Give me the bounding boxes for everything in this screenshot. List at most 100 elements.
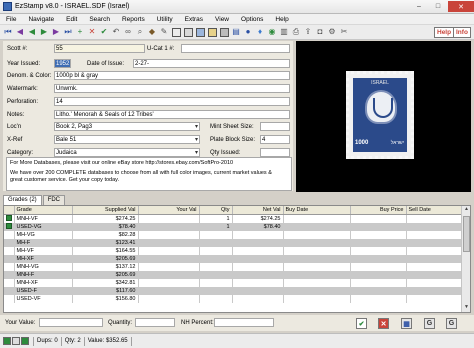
cell-your-val[interactable] (138, 270, 200, 279)
col-header-buy-date[interactable]: Buy Date (283, 206, 351, 215)
cell-buy-date[interactable] (283, 286, 351, 295)
cell-buy-date[interactable] (283, 246, 351, 255)
cell-grade[interactable]: MNH-VF (14, 214, 73, 223)
date-field[interactable]: 2-27- (133, 59, 290, 68)
chart-icon[interactable]: ▥ (279, 27, 289, 37)
album-icon[interactable] (207, 27, 217, 37)
cell-grade[interactable]: MH-F (14, 238, 73, 247)
table-row[interactable]: MH-F $123.41 (4, 238, 463, 247)
cell-net-val[interactable] (232, 254, 284, 263)
checkbox-icon[interactable] (5, 214, 12, 221)
table-row[interactable]: USED-VG $78.40 1 $78.40 (4, 222, 463, 231)
search-icon[interactable]: ⌕ (135, 27, 145, 37)
gallery-icon[interactable] (219, 27, 229, 37)
cell-your-val[interactable] (138, 278, 200, 287)
cell-grade[interactable]: USED-F (14, 286, 73, 295)
xref-combo[interactable]: Bale 51 (54, 135, 200, 144)
cell-buy-date[interactable] (283, 262, 351, 271)
cell-supplied-val[interactable]: $137.12 (72, 262, 139, 271)
cell-buy-price[interactable] (350, 294, 407, 303)
cell-buy-date[interactable] (283, 278, 351, 287)
cell-buy-price[interactable] (350, 270, 407, 279)
notes-field[interactable]: Litho.' Menorah & Seals of 12 Tribes' (54, 110, 290, 119)
cell-qty[interactable] (199, 270, 233, 279)
row-check[interactable] (4, 230, 15, 239)
cell-buy-price[interactable] (350, 238, 407, 247)
cell-buy-price[interactable] (350, 230, 407, 239)
add-record-icon[interactable]: + (75, 27, 85, 37)
cell-qty[interactable] (199, 262, 233, 271)
g-alt-button-icon[interactable]: G (446, 318, 457, 329)
scroll-up-icon[interactable]: ▲ (462, 206, 470, 214)
table-row[interactable]: USED-F $117.60 (4, 286, 463, 295)
row-check[interactable] (4, 286, 15, 295)
menu-search[interactable]: Search (83, 16, 116, 23)
row-check[interactable] (4, 238, 15, 247)
export-icon[interactable]: ⇪ (303, 27, 313, 37)
col-header-sell-date[interactable]: Sell Date (406, 206, 463, 215)
col-header-buy-price[interactable]: Buy Price (350, 206, 407, 215)
cell-net-val[interactable] (232, 230, 284, 239)
close-button[interactable]: ✕ (448, 1, 474, 12)
cell-your-val[interactable] (138, 246, 200, 255)
tab-grades[interactable]: Grades (2) (3, 195, 42, 205)
database-icon[interactable]: ▤ (231, 27, 241, 37)
cell-net-val[interactable]: $78.40 (232, 222, 284, 231)
cell-your-val[interactable] (138, 222, 200, 231)
cell-qty[interactable]: 1 (199, 222, 233, 231)
col-header-your-val[interactable]: Your Val (138, 206, 200, 215)
help-button[interactable]: Help (434, 27, 455, 38)
cell-buy-price[interactable] (350, 286, 407, 295)
cell-buy-price[interactable] (350, 278, 407, 287)
menu-utility[interactable]: Utility (151, 16, 179, 23)
cell-buy-price[interactable] (350, 262, 407, 271)
cell-sell-date[interactable] (406, 238, 463, 247)
col-header-grade[interactable]: Grade (14, 206, 73, 215)
cell-net-val[interactable] (232, 286, 284, 295)
web-icon[interactable]: ◉ (267, 27, 277, 37)
cell-qty[interactable] (199, 230, 233, 239)
cell-buy-price[interactable] (350, 214, 407, 223)
cell-sell-date[interactable] (406, 230, 463, 239)
color-drop-icon[interactable]: ● (243, 27, 253, 37)
cell-sell-date[interactable] (406, 246, 463, 255)
cell-supplied-val[interactable]: $82.28 (72, 230, 139, 239)
cell-buy-price[interactable] (350, 222, 407, 231)
next-record-icon[interactable]: ▶ (39, 27, 49, 37)
cell-buy-date[interactable] (283, 238, 351, 247)
menu-reports[interactable]: Reports (116, 16, 151, 23)
row-check[interactable] (4, 262, 15, 271)
menu-file[interactable]: File (0, 16, 22, 23)
table-row[interactable]: MNH-F $205.69 (4, 270, 463, 279)
cell-sell-date[interactable] (406, 286, 463, 295)
cell-net-val[interactable] (232, 270, 284, 279)
cell-your-val[interactable] (138, 294, 200, 303)
table-row[interactable]: USED-VF $156.80 (4, 294, 463, 303)
accept-icon[interactable]: ✔ (356, 318, 367, 329)
camera-icon[interactable]: ◘ (315, 27, 325, 37)
cell-supplied-val[interactable]: $117.60 (72, 286, 139, 295)
cell-sell-date[interactable] (406, 294, 463, 303)
cell-your-val[interactable] (138, 286, 200, 295)
loc-combo[interactable]: Book 2, Pag3 (54, 122, 200, 131)
cell-buy-date[interactable] (283, 222, 351, 231)
brush-icon[interactable]: ✎ (159, 27, 169, 37)
table-row[interactable]: MNH-VF $274.25 1 $274.25 (4, 214, 463, 223)
checkbox-icon[interactable] (5, 222, 12, 229)
table-row[interactable]: MH-VF $164.55 (4, 246, 463, 255)
qty-issued-field[interactable] (260, 148, 290, 157)
row-check[interactable] (4, 214, 15, 223)
cell-your-val[interactable] (138, 230, 200, 239)
info-button[interactable]: Info (453, 27, 471, 38)
cell-grade[interactable]: MNH-XF (14, 278, 73, 287)
table-row[interactable]: MNH-XF $342.81 (4, 278, 463, 287)
link-icon[interactable]: ∞ (123, 27, 133, 37)
cell-net-val[interactable]: $274.25 (232, 214, 284, 223)
cell-grade[interactable]: MH-XF (14, 254, 73, 263)
menu-edit[interactable]: Edit (60, 16, 83, 23)
category-combo[interactable]: Judaica (54, 148, 200, 157)
menu-extras[interactable]: Extras (179, 16, 209, 23)
row-check[interactable] (4, 270, 15, 279)
cell-grade[interactable]: MNH-VG (14, 262, 73, 271)
col-header-net-val[interactable]: Net Val (232, 206, 284, 215)
